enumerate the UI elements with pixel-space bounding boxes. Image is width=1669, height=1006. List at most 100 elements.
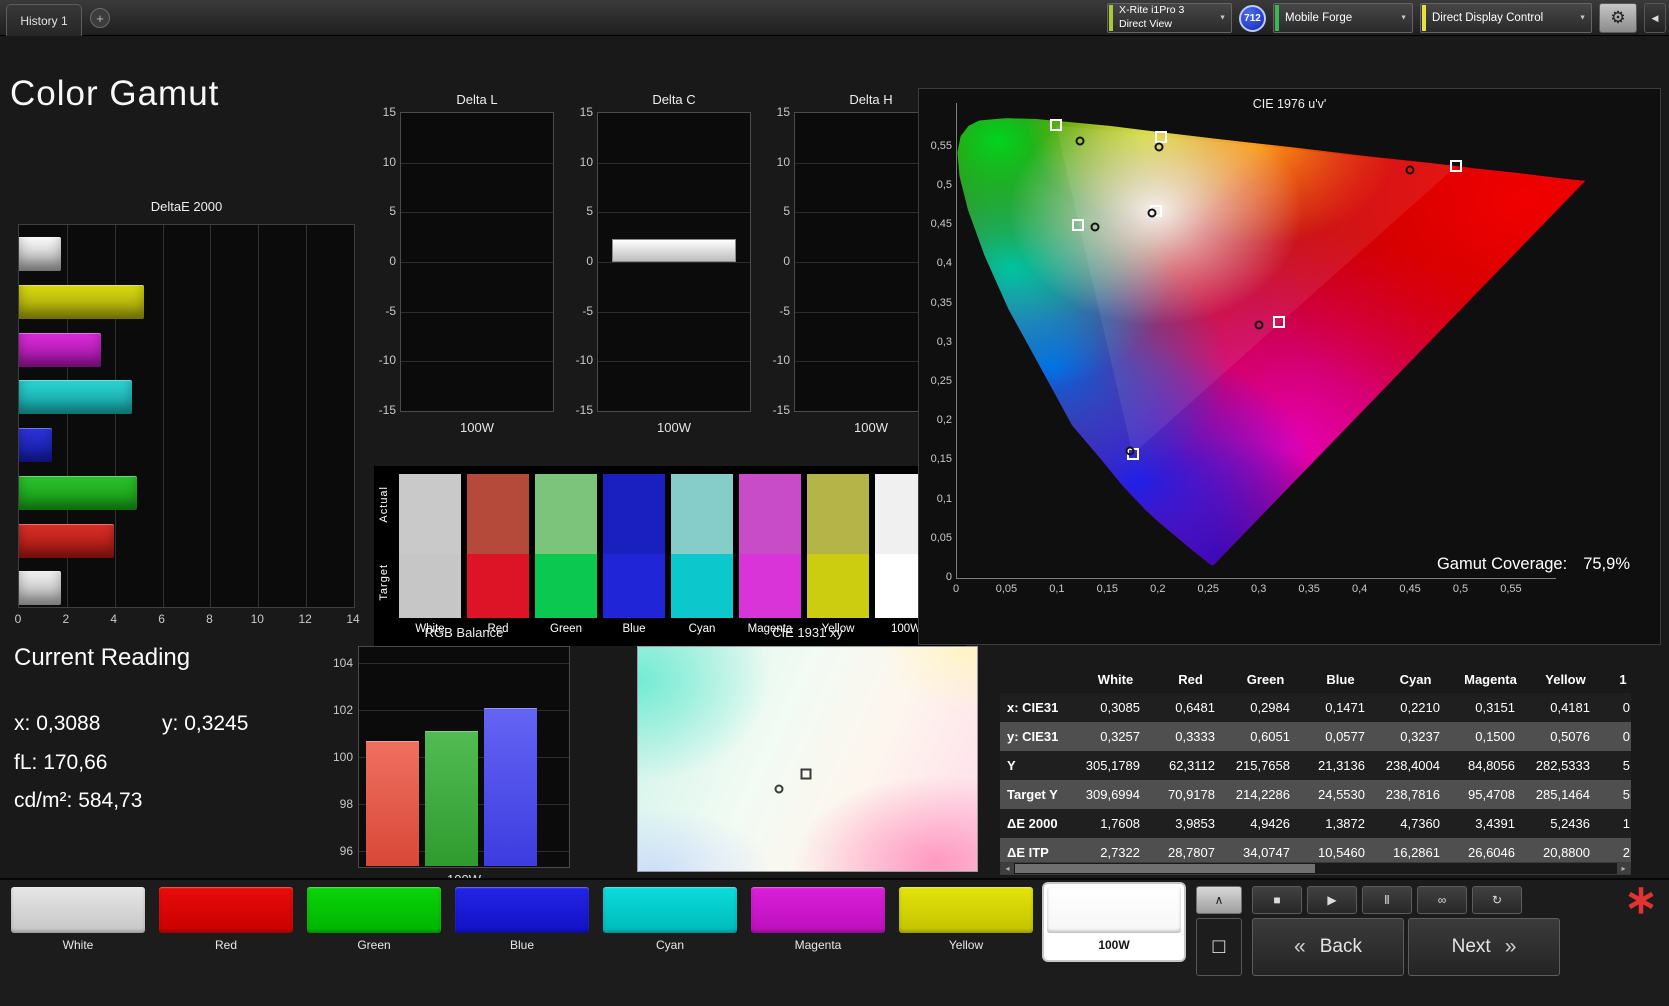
gridline xyxy=(598,311,750,313)
session-asterisk-icon[interactable]: ∗ xyxy=(1616,880,1666,920)
gamut-coverage-value: 75,9% xyxy=(1583,555,1630,573)
table-horizontal-scrollbar[interactable]: ◂ ▸ xyxy=(1000,862,1631,875)
bar-red xyxy=(19,523,115,558)
table-cell: 0,2210 xyxy=(1400,700,1440,715)
collapse-panel-button[interactable]: ◀ xyxy=(1644,3,1666,33)
chevron-down-icon: ▼ xyxy=(1579,14,1586,22)
tick-label: 10 xyxy=(250,612,264,626)
table-cell: 0,1500 xyxy=(1475,729,1515,744)
table-cell: 238,7816 xyxy=(1385,787,1440,802)
pause-button[interactable]: Ⅱ xyxy=(1362,886,1412,914)
add-tab-button[interactable]: + xyxy=(90,8,110,28)
column-header: Yellow xyxy=(1545,672,1586,687)
scroll-right-arrow[interactable]: ▸ xyxy=(1617,863,1630,874)
stop-button[interactable]: ■ xyxy=(1252,886,1302,914)
refresh-icon: ↻ xyxy=(1491,893,1503,907)
fl-label: fL: xyxy=(14,751,38,774)
panel-up-button[interactable]: ∧ xyxy=(1196,886,1242,914)
rgb-balance-title: RGB Balance xyxy=(424,625,504,640)
swatch-actual-white xyxy=(399,474,461,554)
bar-red xyxy=(366,740,419,866)
display-control-dropdown[interactable]: Direct Display Control ▼ xyxy=(1420,3,1592,33)
gridline xyxy=(401,311,553,313)
play-button[interactable]: ▶ xyxy=(1307,886,1357,914)
scroll-left-arrow[interactable]: ◂ xyxy=(1001,863,1014,874)
tick-label: 0,55 xyxy=(930,139,952,152)
gridline xyxy=(598,212,750,214)
table-cell: 285,1464 xyxy=(1535,787,1590,802)
tick-label: -5 xyxy=(779,303,790,318)
meter-dropdown[interactable]: X-Rite i1Pro 3 Direct View ▼ xyxy=(1107,3,1232,33)
row-label: x: CIE31 xyxy=(1007,700,1059,715)
x-value: 0,3088 xyxy=(36,712,101,735)
table-cell: 34,0747 xyxy=(1243,845,1290,860)
measured-marker-yellow xyxy=(1154,142,1164,152)
meter-count-badge[interactable]: 712 xyxy=(1239,4,1266,32)
next-button[interactable]: Next » xyxy=(1408,918,1560,976)
reading-y: y: 0,3245 xyxy=(162,712,248,735)
gridline xyxy=(210,225,212,607)
tick-label: 5 xyxy=(586,204,593,219)
swatch-actual-cyan xyxy=(671,474,733,554)
tick-label: 0,15 xyxy=(1096,583,1119,595)
measured-marker-red xyxy=(1405,165,1415,175)
display-dropdown-label: Direct Display Control xyxy=(1432,12,1544,24)
deltae2000-plot xyxy=(18,224,355,608)
patch-button-green[interactable]: Green xyxy=(304,884,444,960)
table-cell: 28,7807 xyxy=(1168,845,1215,860)
deltae2000-xaxis: 0 2 4 6 8 10 12 14 xyxy=(0,612,400,628)
tick-label: 104 xyxy=(332,656,353,671)
tab-history[interactable]: History 1 xyxy=(6,4,82,36)
pattern-window-icon: □ xyxy=(1212,935,1226,958)
patch-button-yellow[interactable]: Yellow xyxy=(896,884,1036,960)
gridline xyxy=(598,361,750,363)
pattern-window-button[interactable]: □ xyxy=(1196,918,1242,976)
back-button[interactable]: « Back xyxy=(1252,918,1404,976)
gridline xyxy=(401,162,553,164)
tick-label: 10 xyxy=(382,154,396,169)
patch-button-cyan[interactable]: Cyan xyxy=(600,884,740,960)
table-cell: 215,7658 xyxy=(1235,758,1290,773)
bar-white xyxy=(19,237,62,271)
tick-label: -15 xyxy=(575,403,593,417)
table-cell: 0 xyxy=(1622,729,1630,744)
table-cell: 0,2984 xyxy=(1250,700,1290,715)
tick-label: 0,05 xyxy=(995,583,1018,595)
scroll-thumb[interactable] xyxy=(1015,864,1315,873)
table-cell: 4,7360 xyxy=(1400,816,1440,831)
patch-button-red[interactable]: Red xyxy=(156,884,296,960)
tick-label: 0,25 xyxy=(930,375,952,387)
tick-label: 5 xyxy=(389,204,396,219)
cie1931-plot xyxy=(637,646,978,872)
patch-swatch xyxy=(159,887,293,933)
patch-button-white[interactable]: White xyxy=(8,884,148,960)
tick-label: 0,1 xyxy=(1049,583,1065,595)
patch-button-row: White Red Green Blue Cyan Magenta Yellow 100W xyxy=(0,880,1196,1006)
cd-value: 584,73 xyxy=(78,789,143,812)
patch-button-blue[interactable]: Blue xyxy=(452,884,592,960)
pause-icon: Ⅱ xyxy=(1384,893,1390,907)
settings-button[interactable]: ⚙ xyxy=(1599,3,1637,33)
delta-l-plot xyxy=(400,112,554,412)
delta-l-xlabel: 100W xyxy=(460,420,494,435)
table-cell: 0,3151 xyxy=(1475,700,1515,715)
refresh-button[interactable]: ↻ xyxy=(1472,886,1522,914)
tick-label: 15 xyxy=(776,105,790,119)
tick-label: -15 xyxy=(378,403,396,417)
gridline xyxy=(359,710,569,712)
patch-button-magenta[interactable]: Magenta xyxy=(748,884,888,960)
tick-label: -10 xyxy=(575,353,593,368)
table-cell: 305,1789 xyxy=(1085,758,1140,773)
measured-marker-cyan xyxy=(1090,222,1100,232)
cie1976-chromaticity-diagram xyxy=(957,118,1586,566)
bar-100w xyxy=(19,571,62,606)
delta-c-chart: Delta C 100W 15 10 5 0 -5 -10 -15 xyxy=(576,92,751,444)
gridline xyxy=(598,162,750,164)
source-dropdown[interactable]: Mobile Forge ▼ xyxy=(1273,3,1413,33)
chevron-down-icon: ▼ xyxy=(1400,14,1407,22)
swatch-target-cyan xyxy=(671,554,733,618)
tick-label: -10 xyxy=(378,353,396,368)
next-chevrons-icon: » xyxy=(1504,935,1517,958)
loop-button[interactable]: ∞ xyxy=(1417,886,1467,914)
patch-button-100w[interactable]: 100W xyxy=(1044,884,1184,960)
